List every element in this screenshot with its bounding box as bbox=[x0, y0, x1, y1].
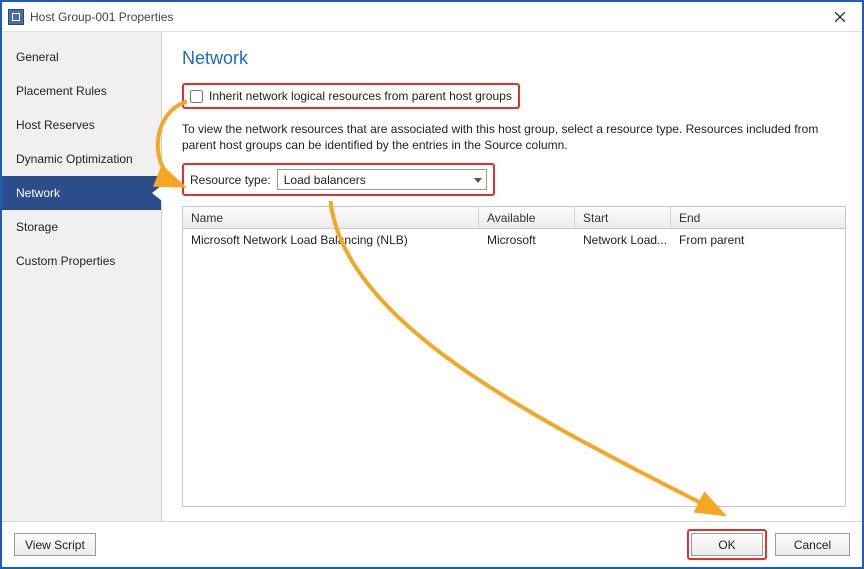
cell-start: Network Load... bbox=[575, 229, 671, 251]
cell-name: Microsoft Network Load Balancing (NLB) bbox=[183, 229, 479, 251]
main-panel: Network Inherit network logical resource… bbox=[162, 32, 862, 521]
inherit-checkbox-row[interactable]: Inherit network logical resources from p… bbox=[190, 89, 512, 103]
dialog-body: General Placement Rules Host Reserves Dy… bbox=[2, 32, 862, 521]
titlebar: Host Group-001 Properties bbox=[2, 2, 862, 32]
sidebar-item-custom-properties[interactable]: Custom Properties bbox=[2, 244, 161, 278]
resource-table: Name Available Start End Microsoft Netwo… bbox=[182, 206, 846, 507]
resource-type-select[interactable]: Load balancers bbox=[277, 169, 487, 190]
sidebar-item-label: Network bbox=[16, 186, 60, 200]
dialog-footer: View Script OK Cancel bbox=[2, 521, 862, 567]
inherit-checkbox[interactable] bbox=[190, 90, 203, 103]
sidebar-item-label: Placement Rules bbox=[16, 84, 107, 98]
sidebar-item-dynamic-optimization[interactable]: Dynamic Optimization bbox=[2, 142, 161, 176]
dialog-window: Host Group-001 Properties General Placem… bbox=[0, 0, 864, 569]
chevron-down-icon bbox=[474, 178, 482, 183]
sidebar-item-label: Custom Properties bbox=[16, 254, 115, 268]
resource-type-value: Load balancers bbox=[284, 173, 366, 187]
sidebar-item-placement-rules[interactable]: Placement Rules bbox=[2, 74, 161, 108]
table-header: Name Available Start End bbox=[183, 207, 845, 229]
resource-type-highlight: Resource type: Load balancers bbox=[182, 163, 495, 196]
close-icon bbox=[835, 12, 845, 22]
cell-end: From parent bbox=[671, 229, 845, 251]
col-header-end[interactable]: End bbox=[671, 207, 845, 228]
col-header-name[interactable]: Name bbox=[183, 207, 479, 228]
app-icon bbox=[8, 9, 24, 25]
table-row[interactable]: Microsoft Network Load Balancing (NLB) M… bbox=[183, 229, 845, 251]
close-button[interactable] bbox=[820, 3, 860, 31]
sidebar: General Placement Rules Host Reserves Dy… bbox=[2, 32, 162, 521]
view-script-button[interactable]: View Script bbox=[14, 533, 96, 556]
inherit-highlight: Inherit network logical resources from p… bbox=[182, 83, 520, 109]
cell-available: Microsoft bbox=[479, 229, 575, 251]
ok-button[interactable]: OK bbox=[691, 533, 763, 556]
sidebar-item-label: General bbox=[16, 50, 59, 64]
description-text: To view the network resources that are a… bbox=[182, 121, 842, 153]
sidebar-item-label: Host Reserves bbox=[16, 118, 95, 132]
sidebar-item-storage[interactable]: Storage bbox=[2, 210, 161, 244]
resource-type-label: Resource type: bbox=[190, 173, 271, 187]
col-header-available[interactable]: Available bbox=[479, 207, 575, 228]
sidebar-item-host-reserves[interactable]: Host Reserves bbox=[2, 108, 161, 142]
ok-highlight: OK bbox=[687, 529, 767, 560]
page-title: Network bbox=[182, 48, 846, 69]
sidebar-item-label: Dynamic Optimization bbox=[16, 152, 133, 166]
col-header-start[interactable]: Start bbox=[575, 207, 671, 228]
window-title: Host Group-001 Properties bbox=[30, 10, 173, 24]
sidebar-item-network[interactable]: Network bbox=[2, 176, 161, 210]
inherit-checkbox-label: Inherit network logical resources from p… bbox=[209, 89, 512, 103]
sidebar-item-general[interactable]: General bbox=[2, 40, 161, 74]
cancel-button[interactable]: Cancel bbox=[775, 533, 850, 556]
sidebar-item-label: Storage bbox=[16, 220, 58, 234]
